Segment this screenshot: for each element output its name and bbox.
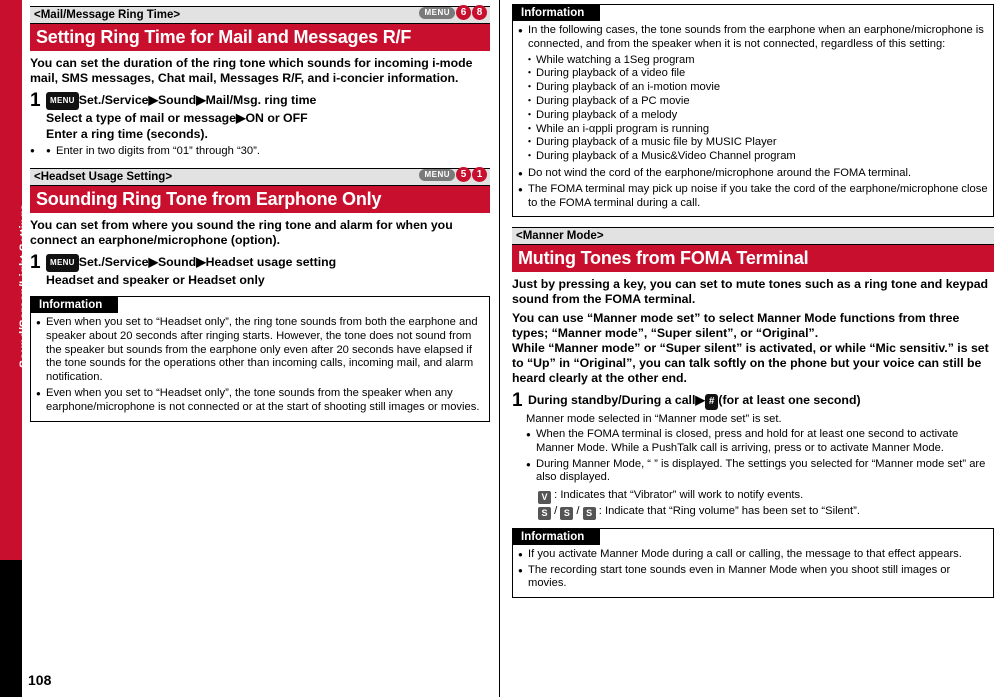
step-body: MENU Set./Service▶Sound▶Mail/Msg. ring ti… (44, 92, 490, 142)
section3-subtitle: <Manner Mode> (512, 227, 994, 246)
info-case: During playback of a PC movie (518, 95, 988, 109)
section3-step-1: 1 During standby/During a call▶ # (for at … (512, 390, 994, 412)
section2-step-1: 1 MENU Set./Service▶Sound▶Headset usage s… (30, 252, 490, 288)
key-1-icon: 1 (472, 167, 487, 182)
info-item: Even when you set to “Headset only”, the… (36, 387, 484, 415)
section3-icon-note-1: V : Indicates that “Vibrator” will work … (512, 488, 994, 504)
info-item: The recording start tone sounds even in … (518, 564, 988, 592)
section1-intro: You can set the duration of the ring ton… (30, 56, 473, 85)
info-head-wrap: Information (513, 5, 993, 21)
side-tab-label: Sound/Screen/Light Settings (17, 203, 31, 368)
info-item-lead: In the following cases, the tone sounds … (518, 24, 988, 52)
section1-note: ● Enter in two digits from “01” through … (30, 144, 490, 158)
info-head-wrap: Information (31, 297, 489, 313)
right-information-box-top: Information In the following cases, the … (512, 4, 994, 218)
right-column: Information In the following cases, the … (512, 0, 994, 599)
step-line-1: Set./Service▶Sound▶Mail/Msg. ring time (78, 93, 317, 107)
key-5-icon: 5 (456, 167, 471, 182)
side-tab-footer (0, 560, 22, 697)
info-case: During playback of an i-motion movie (518, 81, 988, 95)
section-mail-ring-time: <Mail/Message Ring Time> MENU 6 8 Settin… (30, 5, 490, 51)
section3-icon-note-1-text: : Indicates that “Vibrator” will work to… (554, 488, 804, 501)
key-6-icon: 6 (456, 5, 471, 20)
step-line-2: Headset and speaker or Headset only (46, 273, 265, 287)
menu-key-icon: MENU (419, 6, 455, 19)
silent-icon-3: S (582, 506, 596, 520)
step-line-3: Enter a ring time (seconds). (46, 127, 208, 141)
manual-page: Sound/Screen/Light Settings 108 <Mail/Me… (0, 0, 1004, 697)
info-case: During playback of a music file by MUSIC… (518, 136, 988, 150)
hash-key-icon: # (704, 394, 719, 411)
section2-title: Sounding Ring Tone from Earphone Only (30, 186, 490, 213)
info-body: If you activate Manner Mode during a cal… (513, 545, 993, 597)
section3-intro-1: Just by pressing a key, you can set to m… (512, 277, 989, 307)
step-number: 1 (512, 390, 523, 412)
left-information-box: Information Even when you set to “Headse… (30, 296, 490, 422)
menu-key-icon: MENU (46, 254, 79, 272)
silent-icon-2: S (560, 506, 574, 520)
info-head-wrap: Information (513, 528, 993, 545)
info-item: Even when you set to “Headset only”, the… (36, 316, 484, 385)
info-case: While an i-αppli program is running (518, 123, 988, 137)
section3-bullet-2-text: During Manner Mode, “ ” is displayed. Th… (536, 457, 986, 484)
info-body: In the following cases, the tone sounds … (513, 21, 993, 216)
info-item: If you activate Manner Mode during a cal… (518, 548, 988, 562)
section2-key-badge: MENU 5 1 (419, 167, 487, 182)
section-manner-mode: <Manner Mode> Muting Tones from FOMA Ter… (512, 227, 994, 273)
section1-title: Setting Ring Time for Mail and Messages … (30, 24, 490, 51)
section-headset-usage: <Headset Usage Setting> MENU 5 1 Soundin… (30, 167, 490, 213)
section3-intro-2: You can use “Manner mode set” to select … (512, 311, 960, 341)
info-header-label: Information (31, 297, 119, 313)
info-header-label: Information (513, 528, 601, 545)
step-line-2: Select a type of mail or message▶ON or O… (46, 111, 308, 125)
step-text: During standby/During a call▶ (528, 393, 705, 408)
step-line-1: Set./Service▶Sound▶Headset usage setting (78, 255, 337, 269)
side-tab: Sound/Screen/Light Settings (0, 0, 31, 560)
info-item: The FOMA terminal may pick up noise if y… (518, 183, 988, 211)
column-divider (499, 0, 500, 697)
info-item: Do not wind the cord of the earphone/mic… (518, 167, 988, 181)
section1-key-badge: MENU 6 8 (419, 5, 487, 20)
right-information-box-bottom: Information If you activate Manner Mode … (512, 527, 994, 599)
info-case: During playback of a video file (518, 67, 988, 81)
step-body: MENU Set./Service▶Sound▶Headset usage set… (44, 254, 490, 288)
section3-after-step: Manner mode selected in “Manner mode set… (526, 413, 782, 426)
section1-step-1: 1 MENU Set./Service▶Sound▶Mail/Msg. ring … (30, 90, 490, 142)
left-column: <Mail/Message Ring Time> MENU 6 8 Settin… (30, 5, 490, 422)
section3-bullet-1-text: When the FOMA terminal is closed, press … (536, 428, 959, 454)
section3-icon-note-2: S / S / S : Indicate that “Ring volume” … (512, 504, 994, 520)
page-number: 108 (28, 672, 52, 688)
section3-intro-3: While “Manner mode” or “Super silent” is… (512, 341, 989, 386)
silent-icon-1: S (538, 506, 551, 520)
section1-note-text: Enter in two digits from “01” through “3… (56, 145, 260, 157)
vibrator-icon: V (538, 490, 551, 504)
section3-icon-note-2-text: : Indicate that “Ring volume” has been s… (598, 504, 860, 517)
key-8-icon: 8 (472, 5, 487, 20)
menu-key-icon: MENU (419, 168, 455, 181)
step-tail: (for at least one second) (718, 393, 861, 408)
section3-title: Muting Tones from FOMA Terminal (512, 245, 994, 273)
menu-key-icon: MENU (46, 92, 79, 110)
section2-intro: You can set from where you sound the rin… (30, 218, 453, 247)
section3-bullet-1: When the FOMA terminal is closed, press … (526, 428, 994, 455)
info-case: During playback of a melody (518, 109, 988, 123)
info-header-label: Information (513, 5, 601, 21)
info-case: While watching a 1Seg program (518, 54, 988, 68)
section3-bullet-2: During Manner Mode, “ ” is displayed. Th… (526, 458, 994, 485)
info-body: Even when you set to “Headset only”, the… (31, 313, 489, 421)
step-number: 1 (30, 252, 41, 273)
info-case: During playback of a Music&Video Channel… (518, 150, 988, 164)
step-body: During standby/During a call▶ # (for at le… (526, 392, 994, 411)
step-number: 1 (30, 90, 41, 111)
